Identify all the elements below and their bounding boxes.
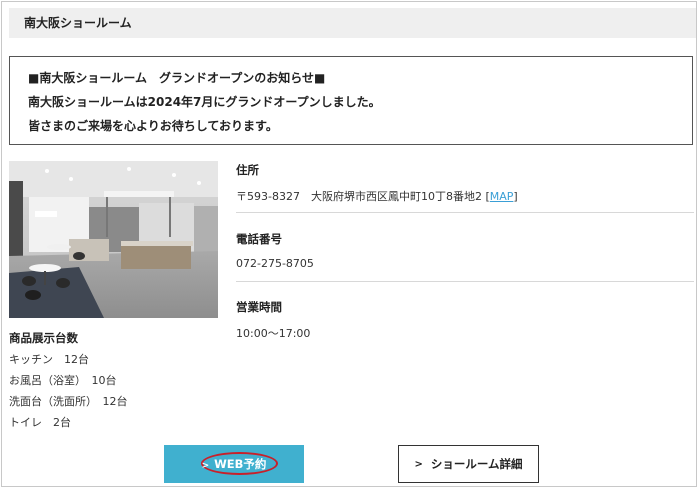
notice-line-opening: 南大阪ショールームは2024年7月にグランドオープンしました。 xyxy=(28,95,381,109)
notice-line-heading: ■南大阪ショールーム グランドオープンのお知らせ■ xyxy=(28,71,326,85)
spec-bath: お風呂（浴室） 10台 xyxy=(9,374,117,387)
phone-value: 072-275-8705 xyxy=(236,257,314,270)
chevron-right-icon: > xyxy=(414,458,423,470)
spec-toilet: トイレ 2台 xyxy=(9,416,71,429)
address-suffix: ] xyxy=(513,190,518,203)
showroom-photo xyxy=(9,161,218,318)
specs-title: 商品展示台数 xyxy=(9,331,78,345)
showroom-detail-label: ショールーム詳細 xyxy=(430,457,523,471)
showroom-info: 住所 〒593-8327 大阪府堺市西区鳳中町10丁8番地2 [MAP] 電話番… xyxy=(236,160,694,341)
hours-value: 10:00～17:00 xyxy=(236,327,311,340)
phone-block: 電話番号 072-275-8705 xyxy=(236,213,694,282)
web-reservation-content: > WEB予約 xyxy=(202,456,267,472)
web-reservation-label: WEB予約 xyxy=(214,457,267,471)
address-value: 〒593-8327 大阪府堺市西区鳳中町10丁8番地2 [MAP] xyxy=(236,188,694,204)
web-reservation-button[interactable]: > WEB予約 xyxy=(164,445,304,483)
spec-kitchen: キッチン 12台 xyxy=(9,353,89,366)
chevron-right-icon: > xyxy=(201,461,210,471)
phone-label: 電話番号 xyxy=(236,232,282,246)
hours-label: 営業時間 xyxy=(236,300,282,314)
address-label: 住所 xyxy=(236,163,259,177)
address-block: 住所 〒593-8327 大阪府堺市西区鳳中町10丁8番地2 [MAP] xyxy=(236,160,694,213)
page-title-bar: 南大阪ショールーム xyxy=(9,8,696,38)
notice-line-welcome: 皆さまのご来場を心よりお待ちしております。 xyxy=(28,119,278,133)
notice-box: ■南大阪ショールーム グランドオープンのお知らせ■ 南大阪ショールームは2024… xyxy=(9,56,693,145)
address-text: 〒593-8327 大阪府堺市西区鳳中町10丁8番地2 [ xyxy=(236,190,490,203)
spec-washbasin: 洗面台（洗面所） 12台 xyxy=(9,395,128,408)
product-display-specs: 商品展示台数 キッチン 12台 お風呂（浴室） 10台 洗面台（洗面所） 12台… xyxy=(9,328,224,433)
showroom-interior-image xyxy=(9,161,218,318)
hours-block: 営業時間 10:00～17:00 xyxy=(236,282,694,341)
page-title: 南大阪ショールーム xyxy=(24,16,132,30)
map-link[interactable]: MAP xyxy=(490,190,514,203)
showroom-detail-button[interactable]: > ショールーム詳細 xyxy=(398,445,539,483)
